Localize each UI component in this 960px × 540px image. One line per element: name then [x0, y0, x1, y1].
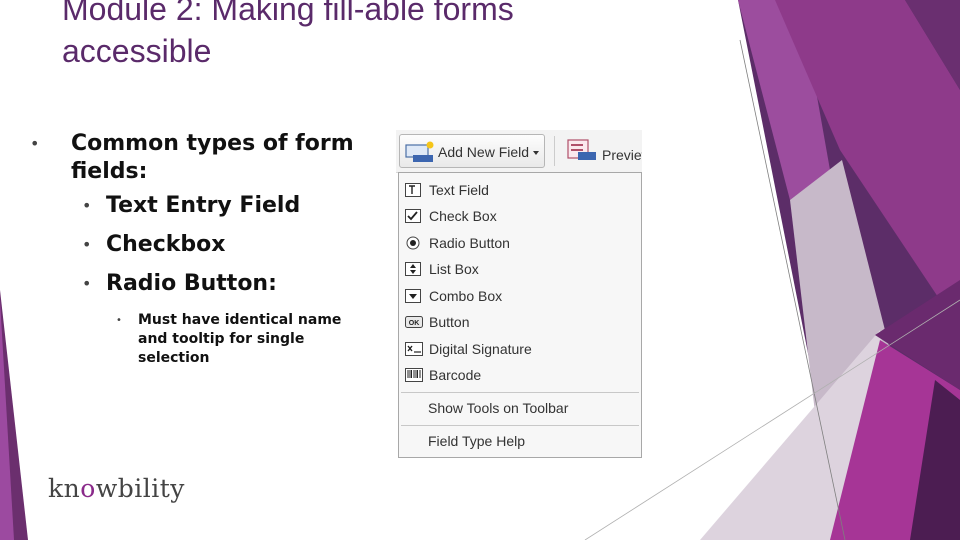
checkbox-icon	[405, 209, 421, 223]
menu-item-barcode[interactable]: Barcode	[399, 362, 641, 388]
menu-item-label: Field Type Help	[428, 433, 526, 449]
bullet-main-text: Common types of form fields:	[71, 131, 354, 184]
menu-item-label: Barcode	[429, 367, 482, 383]
menu-item-field-type-help[interactable]: Field Type Help	[399, 428, 641, 454]
add-field-icon	[405, 141, 434, 162]
bullet-item-label: Checkbox	[106, 232, 226, 257]
preview-label: Preview	[602, 147, 642, 163]
bullet-dot: •	[82, 235, 92, 254]
menu-item-button[interactable]: OK Button	[399, 309, 641, 335]
menu-item-label: Check Box	[429, 208, 497, 224]
menu-item-check-box[interactable]: Check Box	[399, 203, 641, 229]
logo-text-o: o	[80, 474, 96, 503]
button-icon: OK	[405, 316, 423, 328]
menu-divider	[401, 392, 639, 393]
add-new-field-button[interactable]: Add New Field	[399, 134, 545, 168]
digital-signature-icon	[405, 342, 423, 356]
menu-item-label: Button	[429, 314, 470, 330]
bullet-item-radio: • Radio Button:	[30, 264, 370, 303]
menu-item-label: Digital Signature	[429, 341, 532, 357]
svg-text:OK: OK	[409, 320, 420, 327]
menu-item-combo-box[interactable]: Combo Box	[399, 283, 641, 309]
add-field-dropdown-menu: Text Field Check Box Radio Button List B…	[398, 172, 642, 458]
text-field-icon	[405, 183, 421, 197]
bullet-item-label: Text Entry Field	[106, 193, 301, 218]
bullet-item-checkbox: • Checkbox	[30, 225, 370, 264]
bullet-item-label: Radio Button:	[106, 271, 277, 296]
combo-box-icon	[405, 289, 421, 303]
menu-item-show-tools-on-toolbar[interactable]: Show Tools on Toolbar	[399, 395, 641, 421]
logo-text-end: wbility	[95, 474, 185, 503]
bullet-dot: •	[82, 196, 92, 215]
slide-title-line-1: Module 2: Making fill-able forms	[62, 0, 514, 27]
preview-button[interactable]: Preview	[564, 134, 642, 168]
bullet-dot: •	[30, 134, 40, 153]
bullet-main: • Common types of form fields:	[30, 130, 370, 186]
menu-divider	[401, 425, 639, 426]
menu-item-text-field[interactable]: Text Field	[399, 177, 641, 203]
knowbility-logo: knowbility	[48, 474, 185, 503]
radio-button-icon	[406, 236, 420, 250]
menu-item-digital-signature[interactable]: Digital Signature	[399, 336, 641, 362]
slide-title-line-2: accessible	[62, 33, 212, 69]
menu-item-label: Combo Box	[429, 288, 503, 304]
form-tools-screenshot: Add New Field Preview Text Field	[396, 130, 642, 460]
chevron-down-icon	[533, 151, 539, 155]
add-new-field-label: Add New Field	[438, 144, 530, 160]
bullet-item-text-entry: • Text Entry Field	[30, 186, 370, 225]
bullet-list: • Common types of form fields: • Text En…	[30, 130, 370, 368]
barcode-icon	[405, 368, 423, 382]
list-box-icon	[405, 262, 421, 276]
slide-title: Module 2: Making fill-able forms accessi…	[62, 0, 662, 72]
bullet-dot: •	[82, 274, 92, 293]
ribbon-toolbar: Add New Field Preview	[396, 130, 642, 173]
menu-item-list-box[interactable]: List Box	[399, 256, 641, 282]
menu-item-label: List Box	[429, 261, 479, 277]
toolbar-divider	[554, 136, 555, 166]
menu-item-label: Text Field	[429, 182, 489, 198]
menu-item-radio-button[interactable]: Radio Button	[399, 230, 641, 256]
preview-icon	[567, 139, 596, 160]
logo-text-start: kn	[48, 474, 81, 503]
menu-item-label: Show Tools on Toolbar	[428, 400, 569, 416]
bullet-sub-item: • Must have identical name and tooltip f…	[30, 311, 370, 368]
bullet-dot: •	[116, 315, 122, 326]
bullet-sub-item-text: Must have identical name and tooltip for…	[138, 312, 342, 366]
menu-item-label: Radio Button	[429, 235, 510, 251]
